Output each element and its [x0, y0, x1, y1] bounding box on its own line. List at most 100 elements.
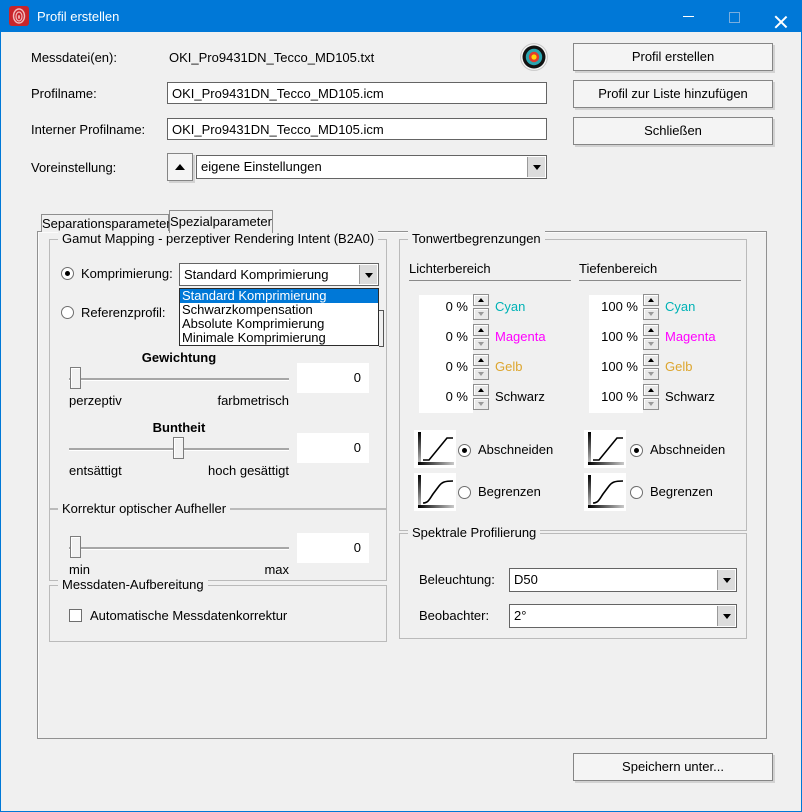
- spin-up-icon: [648, 388, 654, 392]
- gewichtung-slider[interactable]: [69, 367, 289, 391]
- referenzprofil-radio[interactable]: [61, 306, 74, 319]
- channel-label-cyan: Cyan: [665, 297, 695, 317]
- interner-profilname-input[interactable]: [167, 118, 547, 140]
- messdatenkorrektur-checkbox[interactable]: [69, 609, 82, 622]
- lichter-gelb-spin-down[interactable]: [473, 368, 489, 380]
- komprimierung-dropdown-list: Standard Komprimierung Schwarzkompensati…: [179, 288, 379, 346]
- dropdown-option-2[interactable]: Schwarzkompensation: [180, 303, 378, 317]
- maximize-button[interactable]: [711, 1, 757, 32]
- maximize-icon: [729, 12, 740, 23]
- tiefen-abschneiden-radio[interactable]: [630, 444, 643, 457]
- profil-erstellen-button[interactable]: Profil erstellen: [573, 43, 773, 71]
- lichter-schwarz-spin-up[interactable]: [473, 384, 489, 396]
- tab-spezialparameter[interactable]: Spezialparameter: [169, 210, 273, 233]
- gewichtung-value[interactable]: 0: [297, 363, 369, 393]
- slider-track: [69, 378, 289, 380]
- tiefen-cyan-spin-down[interactable]: [643, 308, 659, 320]
- lichter-magenta-spin-down[interactable]: [473, 338, 489, 350]
- channel-label-cyan: Cyan: [495, 297, 525, 317]
- slider-track: [69, 547, 289, 549]
- tiefen-gelb-value[interactable]: 100 %: [589, 357, 638, 377]
- voreinstellung-value: eigene Einstellungen: [201, 156, 322, 178]
- close-button[interactable]: [757, 1, 802, 32]
- messdaten-title: Messdaten-Aufbereitung: [58, 577, 208, 593]
- schliessen-button[interactable]: Schließen: [573, 117, 773, 145]
- tonwert-title: Tonwertbegrenzungen: [408, 231, 545, 247]
- window-title: Profil erstellen: [37, 1, 119, 32]
- tiefenbereich-header: Tiefenbereich: [579, 261, 657, 277]
- spin-up-icon: [648, 358, 654, 362]
- spin-down-icon: [478, 312, 484, 316]
- dropdown-option-1[interactable]: Standard Komprimierung: [180, 289, 378, 303]
- up-arrow-icon: [175, 164, 185, 170]
- gewichtung-right-label: farbmetrisch: [189, 393, 289, 409]
- tiefen-schwarz-spin-down[interactable]: [643, 398, 659, 410]
- beobachter-combobox[interactable]: 2°: [509, 604, 737, 628]
- channel-label-gelb: Gelb: [665, 357, 692, 377]
- tiefen-gelb-spin-up[interactable]: [643, 354, 659, 366]
- title-bar: Profil erstellen: [1, 1, 801, 32]
- komprimierung-combobox[interactable]: Standard Komprimierung: [179, 263, 379, 286]
- lichter-begrenzen-radio[interactable]: [458, 486, 471, 499]
- aufheller-value[interactable]: 0: [297, 533, 369, 563]
- tab-separationsparameter[interactable]: Separationsparameter: [41, 214, 169, 232]
- lichter-magenta-value[interactable]: 0 %: [419, 327, 468, 347]
- channel-label-schwarz: Schwarz: [665, 387, 715, 407]
- tiefen-schwarz-spin-up[interactable]: [643, 384, 659, 396]
- lichter-magenta-spin-up[interactable]: [473, 324, 489, 336]
- dropdown-button[interactable]: [717, 606, 735, 626]
- tiefen-magenta-spin-down[interactable]: [643, 338, 659, 350]
- channel-label-schwarz: Schwarz: [495, 387, 545, 407]
- beobachter-label: Beobachter:: [419, 608, 489, 624]
- beleuchtung-combobox[interactable]: D50: [509, 568, 737, 592]
- channel-label-gelb: Gelb: [495, 357, 522, 377]
- speichern-unter-button[interactable]: Speichern unter...: [573, 753, 773, 781]
- preset-up-button[interactable]: [167, 153, 193, 181]
- dropdown-button[interactable]: [527, 157, 545, 177]
- chevron-down-icon: [723, 614, 731, 619]
- komprimierung-value: Standard Komprimierung: [184, 264, 329, 285]
- profilname-input[interactable]: [167, 82, 547, 104]
- lichter-schwarz-spin-down[interactable]: [473, 398, 489, 410]
- tiefen-cyan-spin-up[interactable]: [643, 294, 659, 306]
- komprimierung-dropdown-button[interactable]: [359, 265, 377, 284]
- minimize-button[interactable]: [665, 1, 711, 32]
- voreinstellung-combobox[interactable]: eigene Einstellungen: [196, 155, 547, 179]
- dropdown-option-3[interactable]: Absolute Komprimierung: [180, 317, 378, 331]
- komprimierung-radio[interactable]: [61, 267, 74, 280]
- lichter-cyan-spin-down[interactable]: [473, 308, 489, 320]
- spin-down-icon: [648, 372, 654, 376]
- channel-label-magenta: Magenta: [495, 327, 546, 347]
- dropdown-option-4[interactable]: Minimale Komprimierung: [180, 331, 378, 345]
- tiefen-gelb-spin-down[interactable]: [643, 368, 659, 380]
- lichter-gelb-value[interactable]: 0 %: [419, 357, 468, 377]
- profilname-label: Profilname:: [31, 86, 97, 102]
- tiefen-magenta-spin-up[interactable]: [643, 324, 659, 336]
- aufheller-slider-thumb[interactable]: [70, 536, 81, 558]
- tiefen-begrenzen-radio[interactable]: [630, 486, 643, 499]
- gewichtung-slider-thumb[interactable]: [70, 367, 81, 389]
- lichter-schwarz-value[interactable]: 0 %: [419, 387, 468, 407]
- tiefen-schwarz-value[interactable]: 100 %: [589, 387, 638, 407]
- buntheit-slider-thumb[interactable]: [173, 437, 184, 459]
- tiefen-magenta-value[interactable]: 100 %: [589, 327, 638, 347]
- beleuchtung-label: Beleuchtung:: [419, 572, 495, 588]
- aufheller-min-label: min: [69, 562, 90, 578]
- tiefen-cyan-value[interactable]: 100 %: [589, 297, 638, 317]
- lichter-cyan-spin-up[interactable]: [473, 294, 489, 306]
- spin-up-icon: [478, 328, 484, 332]
- lichter-abschneiden-radio[interactable]: [458, 444, 471, 457]
- lichter-cyan-value[interactable]: 0 %: [419, 297, 468, 317]
- dropdown-button[interactable]: [717, 570, 735, 590]
- beobachter-value: 2°: [514, 605, 526, 627]
- voreinstellung-label: Voreinstellung:: [31, 160, 116, 176]
- buntheit-value[interactable]: 0: [297, 433, 369, 463]
- messdatei-value: OKI_Pro9431DN_Tecco_MD105.txt: [169, 50, 374, 66]
- buntheit-slider[interactable]: [69, 437, 289, 461]
- lichter-gelb-spin-up[interactable]: [473, 354, 489, 366]
- lichterbereich-header: Lichterbereich: [409, 261, 491, 277]
- aufheller-max-label: max: [189, 562, 289, 578]
- aufheller-slider[interactable]: [69, 536, 289, 560]
- profil-zur-liste-button[interactable]: Profil zur Liste hinzufügen: [573, 80, 773, 108]
- buntheit-title: Buntheit: [69, 420, 289, 435]
